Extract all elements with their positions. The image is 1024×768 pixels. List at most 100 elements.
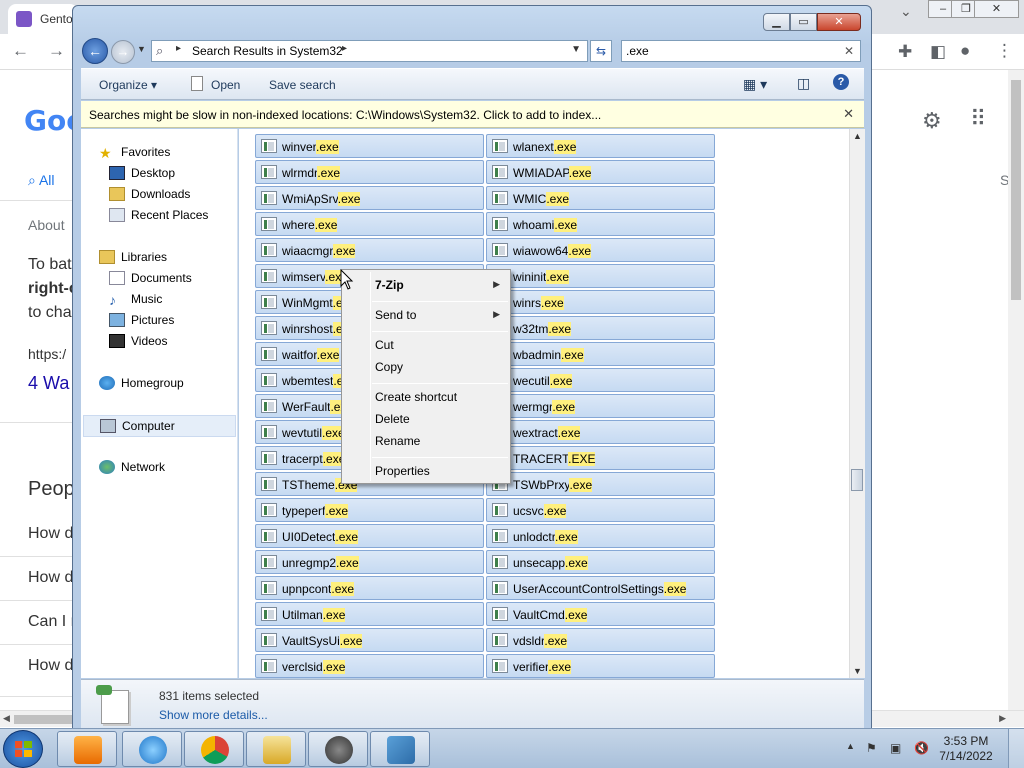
network-tray-icon[interactable]: ▣ xyxy=(890,741,901,755)
file-item[interactable]: VaultCmd.exe xyxy=(486,602,715,626)
file-item[interactable]: UserAccountControlSettings.exe xyxy=(486,576,715,600)
browser-forward-icon[interactable]: → xyxy=(48,41,65,61)
address-bar[interactable]: ⌕ ▸ Search Results in System32 ▸ ▼ xyxy=(151,40,588,62)
open-button[interactable]: Open xyxy=(211,78,240,92)
taskbar-chrome[interactable] xyxy=(184,731,244,767)
search-box[interactable]: ✕ xyxy=(621,40,861,62)
nav-homegroup[interactable]: Homegroup xyxy=(99,376,184,390)
nav-network[interactable]: Network xyxy=(99,460,165,474)
index-warning-bar[interactable]: Searches might be slow in non-indexed lo… xyxy=(81,101,864,128)
show-desktop-button[interactable] xyxy=(1008,729,1024,768)
file-item[interactable]: winver.exe xyxy=(255,134,484,158)
menu-item-7zip[interactable]: 7-Zip xyxy=(375,278,404,292)
result-url[interactable]: https:/ xyxy=(28,346,66,362)
file-item[interactable]: VaultSysUi.exe xyxy=(255,628,484,652)
taskbar-media-player[interactable] xyxy=(57,731,117,767)
menu-item-copy[interactable]: Copy xyxy=(375,360,403,374)
preview-pane-icon[interactable]: ◫ xyxy=(797,75,810,92)
side-panel-icon[interactable]: ◧ xyxy=(930,42,946,62)
file-item[interactable]: wecutil.exe xyxy=(486,368,715,392)
start-button[interactable] xyxy=(3,730,43,768)
nav-pictures[interactable]: Pictures xyxy=(109,313,174,327)
nav-recent-places[interactable]: Recent Places xyxy=(109,208,208,222)
browser-vertical-scrollbar[interactable] xyxy=(1008,70,1024,710)
file-item[interactable]: ucsvc.exe xyxy=(486,498,715,522)
scroll-thumb[interactable] xyxy=(1011,80,1021,300)
file-item[interactable]: winrs.exe xyxy=(486,290,715,314)
nav-documents[interactable]: Documents xyxy=(109,271,192,285)
help-icon[interactable]: ? xyxy=(833,74,849,90)
result-title-link[interactable]: 4 Wa xyxy=(28,373,69,394)
extensions-icon[interactable]: ✚ xyxy=(898,42,912,62)
file-item[interactable]: wiaacmgr.exe xyxy=(255,238,484,262)
file-item[interactable]: verifier.exe xyxy=(486,654,715,678)
file-item[interactable]: whoami.exe xyxy=(486,212,715,236)
file-item[interactable]: unlodctr.exe xyxy=(486,524,715,548)
clear-search-icon[interactable]: ✕ xyxy=(844,44,854,58)
menu-item-properties[interactable]: Properties xyxy=(375,464,430,478)
file-item[interactable]: WmiApSrv.exe xyxy=(255,186,484,210)
index-warning-text[interactable]: Searches might be slow in non-indexed lo… xyxy=(89,108,601,122)
menu-item-cut[interactable]: Cut xyxy=(375,338,394,352)
menu-item-create-shortcut[interactable]: Create shortcut xyxy=(375,390,457,404)
forward-button[interactable]: → xyxy=(111,40,135,64)
file-item[interactable]: Utilman.exe xyxy=(255,602,484,626)
search-all-tab[interactable]: ⌕ All xyxy=(28,172,55,189)
browser-menu-icon[interactable]: ⋮ xyxy=(996,41,1013,61)
search-input[interactable] xyxy=(626,43,836,59)
scroll-down-icon[interactable]: ▼ xyxy=(853,666,862,676)
file-item[interactable]: wbadmin.exe xyxy=(486,342,715,366)
menu-item-rename[interactable]: Rename xyxy=(375,434,420,448)
browser-tab[interactable]: Gento xyxy=(8,4,78,34)
breadcrumb-chevron-icon[interactable]: ▸ xyxy=(176,43,181,54)
action-center-icon[interactable]: ⚑ xyxy=(866,741,877,755)
recent-pages-dropdown[interactable]: ▼ xyxy=(137,44,146,54)
nav-favorites[interactable]: ★ Favorites xyxy=(99,145,170,161)
related-question-1[interactable]: How d xyxy=(28,525,73,543)
browser-back-icon[interactable]: ← xyxy=(12,41,29,61)
file-item[interactable]: typeperf.exe xyxy=(255,498,484,522)
taskbar-app[interactable] xyxy=(370,731,430,767)
taskbar-explorer[interactable] xyxy=(246,731,306,767)
maximize-button[interactable]: ▭ xyxy=(790,13,817,31)
taskbar-flash[interactable] xyxy=(308,731,368,767)
nav-desktop[interactable]: Desktop xyxy=(109,166,175,180)
file-list[interactable]: winver.exe wlanext.exe wlrmdr.exe WMIADAP.e… xyxy=(239,129,849,678)
scroll-up-icon[interactable]: ▲ xyxy=(853,131,862,141)
scroll-right-icon[interactable]: ▶ xyxy=(999,713,1006,724)
nav-downloads[interactable]: Downloads xyxy=(109,187,190,201)
tab-search-chevron-icon[interactable]: ⌄ xyxy=(900,3,912,20)
file-item[interactable]: WMIADAP.exe xyxy=(486,160,715,184)
file-item[interactable]: TSWbPrxy.exe xyxy=(486,472,715,496)
menu-item-send-to[interactable]: Send to xyxy=(375,308,416,322)
close-infobar-icon[interactable]: ✕ xyxy=(843,106,854,122)
file-item[interactable]: wiawow64.exe xyxy=(486,238,715,262)
file-item[interactable]: vdsldr.exe xyxy=(486,628,715,652)
file-item[interactable]: wextract.exe xyxy=(486,420,715,444)
file-item[interactable]: wininit.exe xyxy=(486,264,715,288)
file-item[interactable]: where.exe xyxy=(255,212,484,236)
nav-libraries[interactable]: Libraries xyxy=(99,250,167,264)
file-item[interactable]: w32tm.exe xyxy=(486,316,715,340)
related-question-3[interactable]: Can I r xyxy=(28,613,76,631)
scroll-thumb[interactable] xyxy=(14,715,72,724)
breadcrumb-chevron-icon[interactable]: ▸ xyxy=(342,43,347,54)
file-item[interactable]: wlrmdr.exe xyxy=(255,160,484,184)
apps-grid-icon[interactable]: ⠿ xyxy=(970,106,986,132)
back-button[interactable]: ← xyxy=(82,38,108,64)
file-item[interactable]: UI0Detect.exe xyxy=(255,524,484,548)
change-view-icon[interactable]: ▦ ▾ xyxy=(743,76,767,93)
address-dropdown-icon[interactable]: ▼ xyxy=(571,44,581,55)
file-item[interactable]: wlanext.exe xyxy=(486,134,715,158)
browser-close-button[interactable]: ✕ xyxy=(974,0,1019,18)
show-more-details-link[interactable]: Show more details... xyxy=(159,708,268,722)
file-item[interactable]: upnpcont.exe xyxy=(255,576,484,600)
menu-item-delete[interactable]: Delete xyxy=(375,412,410,426)
show-hidden-icons[interactable]: ▲ xyxy=(846,741,855,751)
scroll-left-icon[interactable]: ◀ xyxy=(3,713,10,724)
address-path[interactable]: Search Results in System32 xyxy=(192,44,343,58)
taskbar-internet-explorer[interactable] xyxy=(122,731,182,767)
scroll-thumb[interactable] xyxy=(851,469,863,491)
nav-computer[interactable]: Computer xyxy=(83,415,236,437)
file-item[interactable]: WMIC.exe xyxy=(486,186,715,210)
